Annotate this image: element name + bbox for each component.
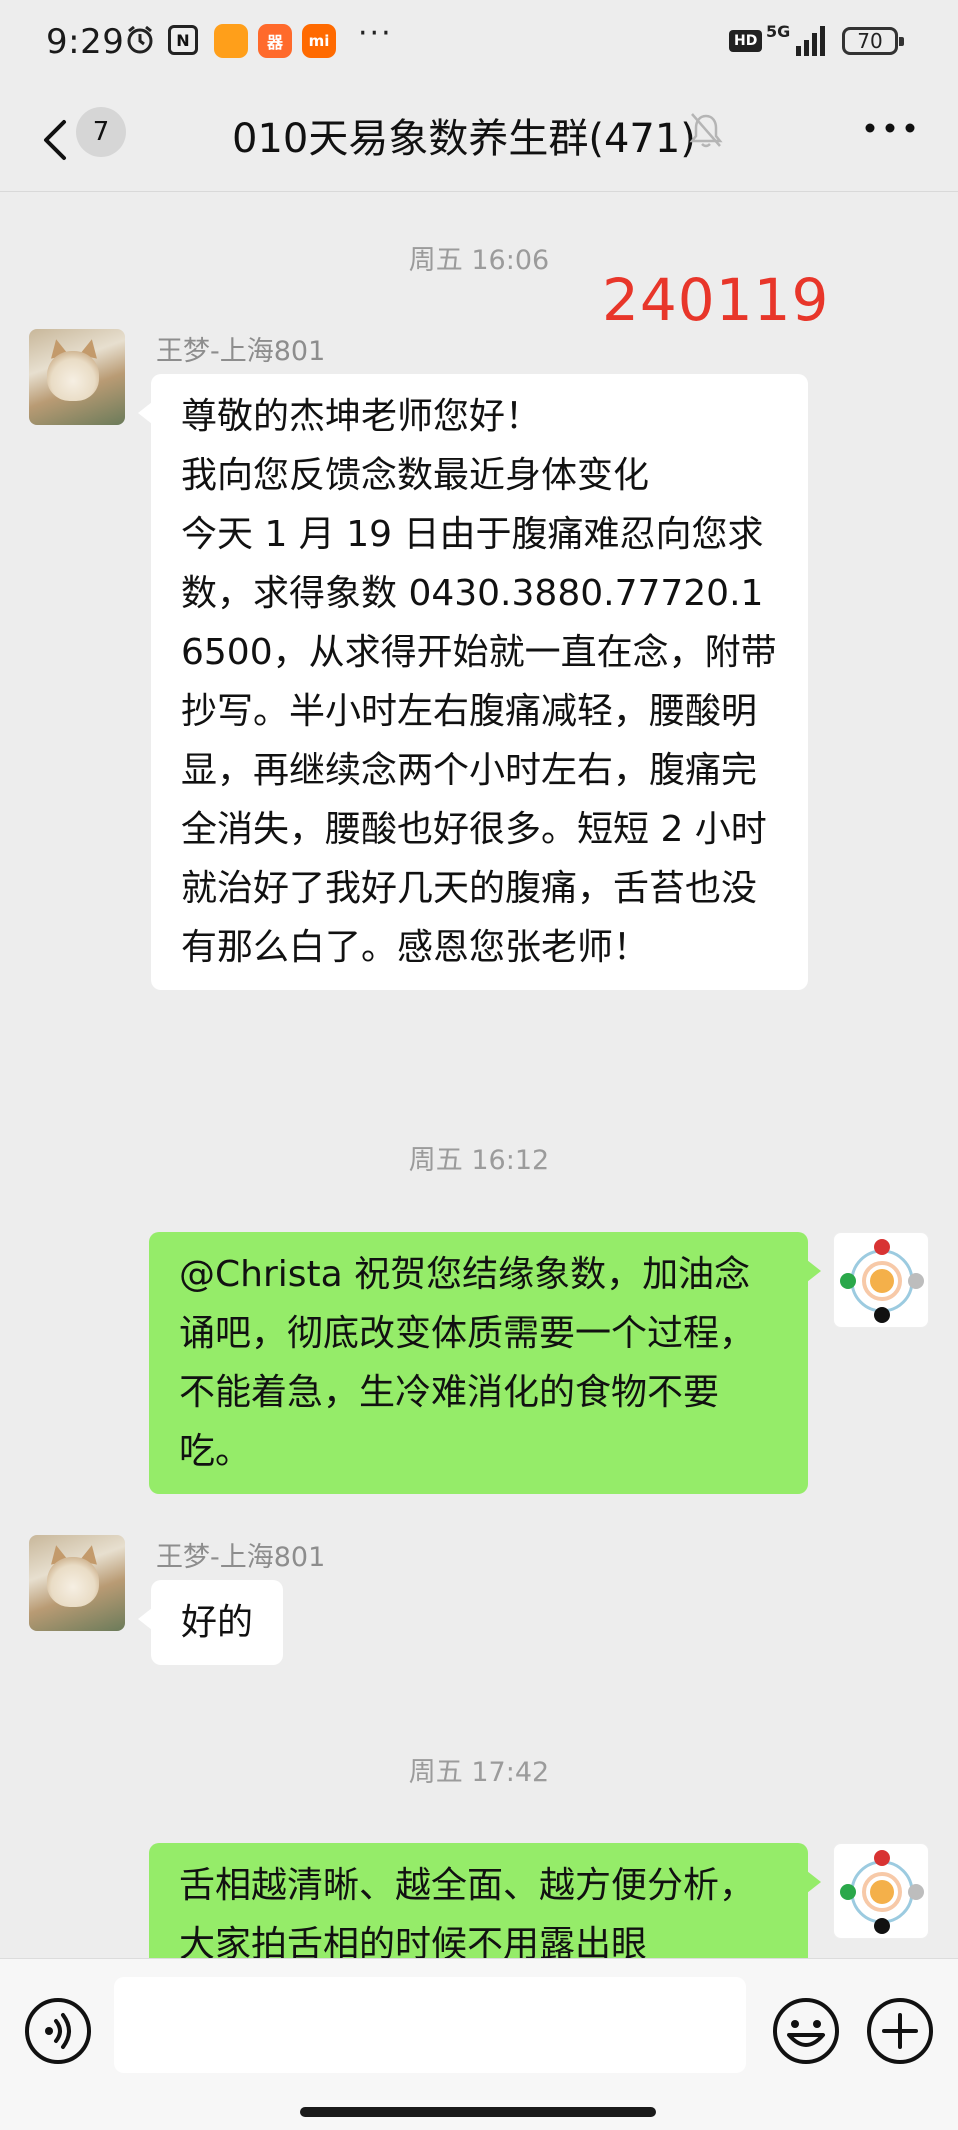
sender-name: 王梦-上海801 bbox=[156, 336, 326, 367]
message-bubble-incoming[interactable]: 好的 bbox=[137, 1580, 284, 1665]
signal-strength-icon bbox=[796, 26, 825, 56]
message-input[interactable] bbox=[114, 1977, 746, 2073]
unread-count-badge[interactable]: 7 bbox=[76, 107, 126, 157]
sender-avatar[interactable] bbox=[29, 1535, 125, 1631]
message-timestamp: 周五 17:42 bbox=[408, 1757, 550, 1788]
teacher-avatar[interactable] bbox=[833, 1232, 929, 1328]
more-options-icon[interactable] bbox=[862, 118, 918, 138]
message-bubble-incoming[interactable]: 尊敬的杰坤老师您好！ 我向您反馈念数最近身体变化 今天 1 月 19 日由于腹痛… bbox=[138, 374, 808, 990]
alarm-icon bbox=[124, 24, 156, 56]
emoji-icon[interactable] bbox=[770, 1995, 842, 2067]
status-bar: 9:29 N 器 mi ··· HD 5G 70 bbox=[0, 0, 958, 88]
back-arrow-icon[interactable] bbox=[34, 110, 78, 170]
mi-app-icon: mi bbox=[302, 24, 336, 58]
app-notification-icon bbox=[214, 24, 248, 58]
red-annotation: 240119 bbox=[602, 266, 830, 334]
message-list[interactable]: 周五 16:06 240119 王梦-上海801 尊敬的杰坤老师您好！ 我向您反… bbox=[0, 192, 958, 1958]
battery-icon: 70 bbox=[842, 27, 904, 55]
mute-bell-icon bbox=[689, 113, 723, 148]
teacher-avatar[interactable] bbox=[833, 1843, 929, 1939]
chat-header: 7 010天易象数养生群(471) bbox=[0, 88, 958, 192]
message-bubble-outgoing[interactable]: @Christa 祝贺您结缘象数，加油念诵吧，彻底改变体质需要一个过程，不能着急… bbox=[149, 1232, 821, 1494]
app-notification-icon: 器 bbox=[258, 24, 292, 58]
status-time: 9:29 bbox=[46, 22, 125, 62]
sender-name: 王梦-上海801 bbox=[156, 1542, 326, 1573]
message-timestamp: 周五 16:12 bbox=[408, 1145, 550, 1176]
sender-avatar[interactable] bbox=[29, 329, 125, 425]
input-bar bbox=[0, 1958, 958, 2130]
plus-icon[interactable] bbox=[864, 1995, 936, 2067]
chat-title: 010天易象数养生群(471) bbox=[232, 116, 696, 162]
message-bubble-outgoing[interactable]: 舌相越清晰、越全面、越方便分析，大家拍舌相的时候不用露出眼 bbox=[149, 1843, 821, 1958]
voice-input-icon[interactable] bbox=[22, 1995, 94, 2067]
home-indicator[interactable] bbox=[300, 2107, 656, 2117]
more-notifications-icon: ··· bbox=[358, 16, 393, 51]
nfc-icon: N bbox=[168, 25, 198, 55]
hd-voice-icon: HD bbox=[729, 30, 763, 52]
